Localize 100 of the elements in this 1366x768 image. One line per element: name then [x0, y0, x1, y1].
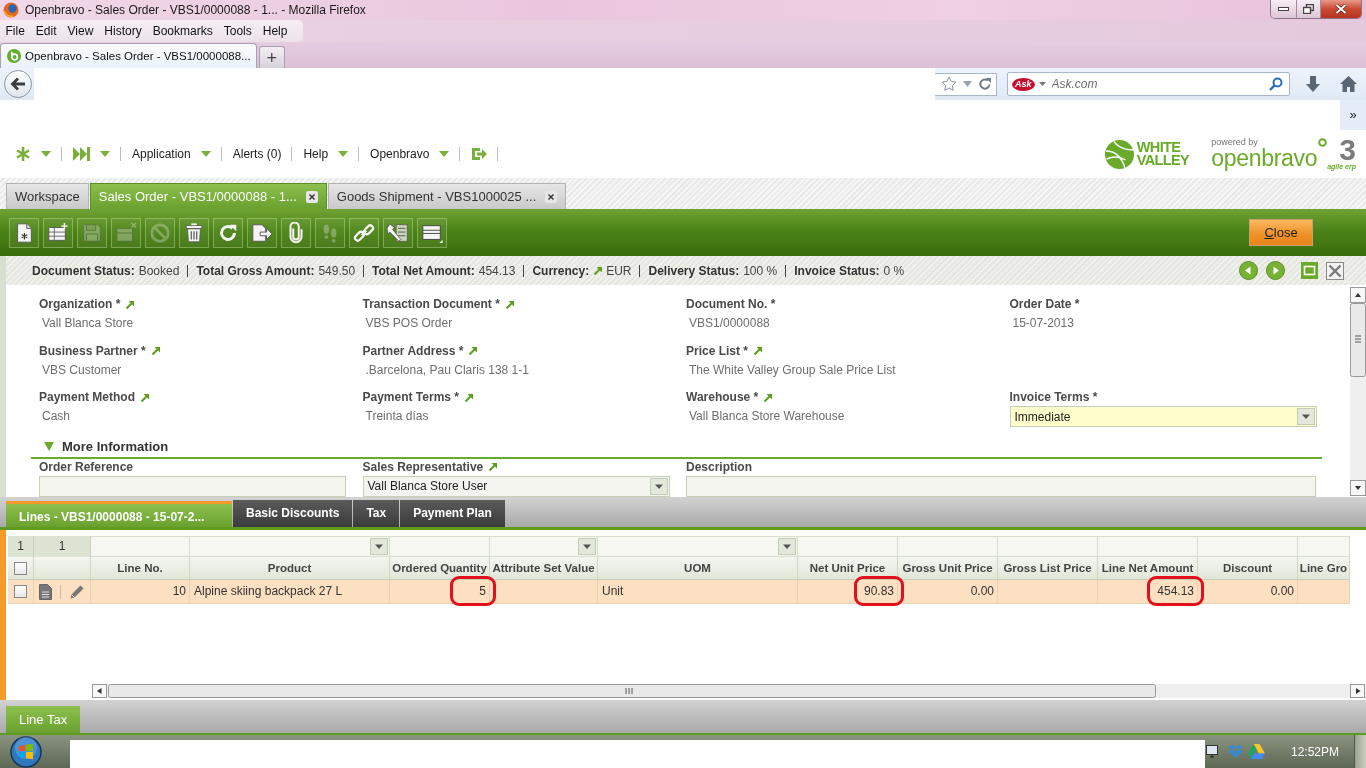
window-tab[interactable]: Goods Shipment - VBS1000025 ... [327, 183, 567, 209]
link-arrow-icon[interactable] [150, 346, 160, 355]
back-button[interactable] [4, 70, 32, 98]
show-desktop-button[interactable] [1354, 735, 1366, 768]
link-arrow-icon[interactable] [468, 346, 478, 355]
delete-button[interactable] [179, 217, 209, 248]
attach-button[interactable] [281, 217, 311, 248]
triangle-logo-icon[interactable] [1248, 744, 1265, 759]
fast-forward-icon[interactable] [73, 147, 90, 161]
link-arrow-icon[interactable] [504, 299, 514, 309]
caret-icon[interactable] [200, 151, 211, 157]
link-arrow-icon[interactable] [464, 392, 473, 402]
clock-time[interactable]: 12:52PM [1291, 744, 1340, 759]
select-field[interactable]: Immediate [1009, 406, 1317, 427]
link-arrow-icon[interactable] [140, 392, 149, 402]
menu-item[interactable]: History [98, 20, 148, 42]
caret-icon[interactable] [1038, 82, 1046, 86]
filter-field[interactable] [1198, 536, 1298, 557]
filter-field[interactable] [91, 536, 190, 557]
reload-icon[interactable] [978, 77, 992, 91]
sub-tab[interactable]: Tax [353, 500, 400, 527]
window-tab[interactable]: Workspace [6, 183, 89, 209]
column-header[interactable]: Product [190, 557, 390, 580]
menu-item[interactable]: Edit [30, 20, 63, 42]
menu-item[interactable]: Openbravo [370, 147, 430, 161]
filter-field[interactable] [1098, 536, 1198, 557]
overflow-chevron[interactable]: » [1340, 100, 1366, 130]
start-orb-icon[interactable] [8, 735, 44, 768]
filter-field[interactable] [998, 536, 1098, 557]
filter-field[interactable] [598, 536, 798, 557]
input-field[interactable] [39, 475, 346, 497]
column-header[interactable]: Gross Unit Price [898, 557, 998, 580]
link-arrow-icon[interactable] [125, 299, 135, 309]
logout-icon[interactable] [471, 147, 488, 161]
filter-field[interactable] [798, 536, 898, 557]
column-header[interactable]: UOM [598, 557, 798, 580]
close-icon[interactable] [545, 190, 558, 203]
new-record-button[interactable] [9, 217, 39, 248]
minimize-button[interactable] [1271, 0, 1297, 18]
link-arrow-icon[interactable] [488, 462, 498, 471]
column-header[interactable]: Ordered Quantity [390, 557, 490, 580]
close-button[interactable]: Close [1249, 219, 1313, 246]
filter-field[interactable] [898, 536, 998, 557]
link-arrow-icon[interactable] [753, 346, 763, 355]
menu-item[interactable]: Tools [218, 20, 258, 42]
close-icon[interactable] [305, 190, 318, 203]
close-button[interactable] [1321, 0, 1361, 18]
column-header[interactable]: Net Unit Price [798, 557, 898, 580]
layout-button[interactable] [417, 217, 447, 248]
filter-field[interactable] [1298, 536, 1350, 557]
address-field[interactable] [935, 72, 997, 96]
new-row-button[interactable] [43, 217, 73, 248]
menu-item[interactable]: View [62, 20, 99, 42]
filter-field[interactable] [390, 536, 490, 557]
export-button[interactable] [247, 217, 277, 248]
sub-tab[interactable]: Basic Discounts [233, 500, 353, 527]
maximize-icon[interactable] [1301, 262, 1318, 279]
sub-tab[interactable]: Payment Plan [400, 500, 505, 527]
menu-item[interactable]: Help [257, 20, 293, 42]
new-tab-button[interactable]: + [258, 46, 285, 68]
link-arrow-icon[interactable] [763, 392, 773, 402]
vertical-scrollbar[interactable] [1350, 287, 1366, 496]
link-arrow-icon[interactable] [593, 266, 603, 275]
asterisk-icon[interactable] [15, 146, 31, 162]
search-box[interactable]: Ask Ask.com [1007, 72, 1290, 96]
pencil-icon[interactable] [69, 583, 85, 600]
filter-field[interactable] [190, 536, 390, 557]
column-header[interactable]: Attribute Set Value [490, 557, 598, 580]
column-header[interactable]: Gross List Price [998, 557, 1098, 580]
menu-item[interactable]: Help [303, 147, 329, 161]
search-icon[interactable] [1269, 77, 1283, 91]
menu-item[interactable]: Alerts (0) [232, 147, 282, 161]
menu-item[interactable]: Application [132, 147, 191, 161]
menu-item[interactable]: File [0, 20, 31, 42]
column-header[interactable]: Line No. [91, 557, 190, 580]
browser-tab[interactable]: Openbravo - Sales Order - VBS1/0000088... [0, 43, 257, 68]
home-icon[interactable] [1340, 76, 1357, 92]
document-icon[interactable] [39, 583, 52, 600]
caret-icon[interactable] [41, 151, 51, 157]
caret-icon[interactable] [100, 151, 110, 157]
search-field[interactable]: Ask.com [1049, 75, 1265, 93]
checkbox[interactable] [14, 585, 27, 598]
horizontal-scrollbar[interactable] [92, 684, 1366, 698]
menu-item[interactable]: Bookmarks [147, 20, 219, 42]
select-field[interactable]: Vall Blanca Store User [362, 475, 670, 497]
tools-button[interactable] [383, 217, 413, 248]
restore-button[interactable] [1297, 0, 1321, 18]
caret-icon[interactable] [439, 151, 450, 157]
download-icon[interactable] [1305, 75, 1321, 93]
refresh-button[interactable] [213, 217, 243, 248]
filter-field[interactable] [490, 536, 598, 557]
section-title[interactable]: More Information [62, 438, 169, 454]
caret-icon[interactable] [338, 151, 349, 157]
column-header[interactable]: Line Net Amount [1098, 557, 1198, 580]
column-header[interactable]: Discount [1198, 557, 1298, 580]
column-header[interactable]: Line Gro [1298, 557, 1350, 580]
caret-icon[interactable] [44, 441, 54, 451]
monitor-icon[interactable] [1206, 745, 1218, 758]
checkbox[interactable] [14, 561, 27, 575]
link-button[interactable] [349, 217, 379, 248]
